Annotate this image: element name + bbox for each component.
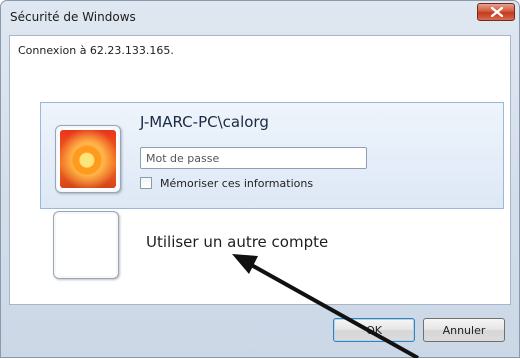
title-bar[interactable]: Sécurité de Windows — [1, 1, 519, 35]
remember-checkbox[interactable] — [140, 177, 152, 189]
password-field[interactable] — [140, 147, 367, 169]
window-title: Sécurité de Windows — [10, 10, 136, 24]
dialog-window: Sécurité de Windows Connexion à 62.23.13… — [0, 0, 520, 358]
account-username: J-MARC-PC\calorg — [140, 113, 269, 131]
ok-button[interactable]: OK — [333, 318, 415, 342]
close-button[interactable] — [477, 3, 515, 21]
account-tile-selected[interactable]: J-MARC-PC\calorg Mémoriser ces informati… — [40, 102, 504, 209]
connection-message: Connexion à 62.23.133.165. — [18, 44, 174, 57]
cancel-button[interactable]: Annuler — [423, 318, 505, 342]
use-other-account-option[interactable]: Utiliser un autre compte — [146, 233, 328, 251]
remember-label[interactable]: Mémoriser ces informations — [160, 177, 313, 190]
flower-avatar-icon — [55, 125, 121, 193]
button-bar: OK Annuler — [9, 305, 511, 359]
close-icon — [491, 7, 503, 17]
avatar-image — [60, 130, 116, 188]
blank-avatar-icon[interactable] — [53, 211, 119, 279]
